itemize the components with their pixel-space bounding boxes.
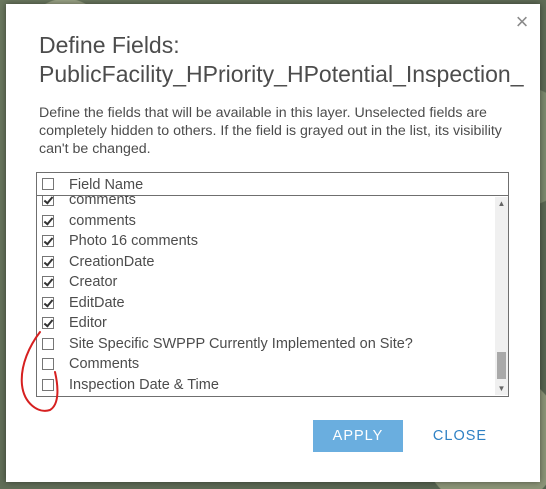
- field-list-rows: comments comments Photo 16 comments Creatio…: [37, 196, 493, 396]
- field-label: Comments: [69, 356, 140, 372]
- field-name-header: Field Name: [69, 177, 144, 193]
- field-label: Site Specific SWPPP Currently Implemente…: [69, 335, 413, 352]
- field-row[interactable]: CreationDate: [37, 252, 493, 272]
- field-list-header: Field Name: [37, 173, 508, 196]
- field-checkbox[interactable]: [42, 296, 54, 309]
- field-row[interactable]: EditDate: [37, 293, 493, 313]
- field-list: Field Name comments comments Photo 16 comm…: [36, 172, 509, 397]
- field-checkbox[interactable]: [42, 196, 54, 206]
- select-all-checkbox[interactable]: [42, 178, 54, 190]
- dialog-title-line2: PublicFacility_HPriority_HPotential_Insp…: [39, 61, 524, 87]
- field-row[interactable]: Creator: [37, 272, 493, 292]
- scroll-up-icon[interactable]: ▲: [495, 197, 508, 210]
- field-checkbox[interactable]: [42, 358, 54, 370]
- field-checkbox[interactable]: [42, 378, 54, 391]
- field-row[interactable]: Site Specific SWPPP Currently Implemente…: [37, 334, 493, 354]
- field-checkbox[interactable]: [42, 214, 54, 227]
- field-checkbox[interactable]: [42, 337, 54, 350]
- close-icon[interactable]: ×: [511, 11, 533, 33]
- field-checkbox[interactable]: [42, 235, 54, 247]
- field-checkbox[interactable]: [42, 276, 54, 288]
- dialog-title-line1: Define Fields:: [39, 32, 180, 58]
- field-label: Editor: [69, 315, 107, 331]
- field-list-scrollbar[interactable]: ▲ ▼: [495, 197, 508, 395]
- define-fields-dialog: × Define Fields: PublicFacility_HPriorit…: [6, 4, 540, 482]
- close-button[interactable]: CLOSE: [424, 420, 496, 452]
- field-label: comments: [69, 212, 136, 229]
- field-row[interactable]: Photo 16 comments: [37, 231, 493, 251]
- field-checkbox[interactable]: [42, 317, 54, 329]
- scrollbar-thumb[interactable]: [497, 352, 506, 379]
- field-label: CreationDate: [69, 253, 155, 270]
- field-label: EditDate: [69, 294, 125, 311]
- field-row[interactable]: Editor: [37, 313, 493, 333]
- scroll-down-icon[interactable]: ▼: [495, 382, 508, 395]
- field-row[interactable]: Comments: [37, 354, 493, 374]
- field-row[interactable]: comments: [37, 196, 493, 210]
- field-label: Creator: [69, 274, 118, 290]
- field-row[interactable]: Inspection Date & Time: [37, 375, 493, 395]
- field-row[interactable]: comments: [37, 211, 493, 231]
- dialog-description: Define the fields that will be available…: [39, 105, 502, 157]
- field-label: comments: [69, 196, 136, 208]
- field-checkbox[interactable]: [42, 255, 54, 268]
- dialog-title: Define Fields: PublicFacility_HPriority_…: [39, 31, 534, 89]
- apply-button[interactable]: APPLY: [313, 420, 403, 452]
- field-label: Photo 16 comments: [69, 233, 198, 249]
- field-label: Inspection Date & Time: [69, 376, 219, 393]
